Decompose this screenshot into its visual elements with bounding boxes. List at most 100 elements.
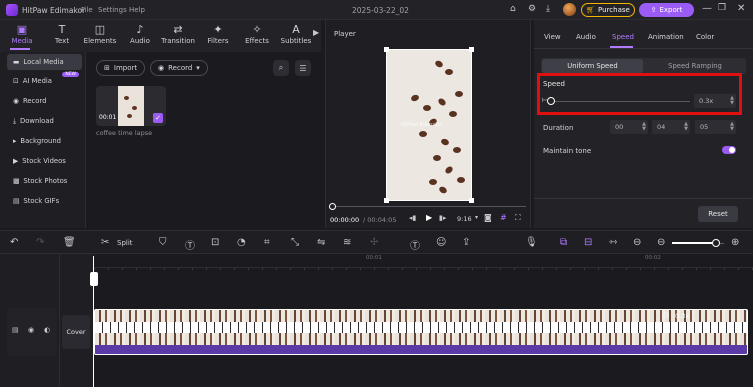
maintain-tone-toggle[interactable] xyxy=(722,146,736,154)
redo-icon[interactable]: ↷ xyxy=(36,237,44,248)
gift-icon[interactable]: ⌂ xyxy=(510,4,516,14)
stepper-icon[interactable]: ▲ ▼ xyxy=(730,122,734,132)
tab-transition[interactable]: ⇄ Transition xyxy=(158,23,198,45)
duration-seconds-field[interactable]: 05 ▲ ▼ xyxy=(695,120,736,134)
tab-animation[interactable]: Animation xyxy=(648,33,684,41)
mirror-icon[interactable]: ⇋ xyxy=(317,237,325,248)
sidebar-item-download[interactable]: ⤓ Download xyxy=(7,113,82,129)
purchase-button[interactable]: 🛒︎ Purchase xyxy=(581,3,635,17)
stepper-icon[interactable]: ▲ ▼ xyxy=(730,96,734,106)
check-icon[interactable]: ✓ xyxy=(153,113,163,123)
tab-color[interactable]: Color xyxy=(696,33,714,41)
minimize-icon[interactable]: — xyxy=(702,3,712,14)
caption-icon[interactable]: ⊡ xyxy=(211,237,219,248)
playhead-marker[interactable] xyxy=(90,272,98,286)
undo-icon[interactable]: ↶ xyxy=(10,237,18,248)
title-icon[interactable]: Ⓣ xyxy=(410,237,420,252)
transform-icon[interactable]: ⤡ xyxy=(291,237,299,248)
next-frame-icon[interactable]: ▮▸ xyxy=(439,214,446,222)
aspect-ratio-dropdown[interactable]: 9:16 xyxy=(457,215,472,223)
tab-speed[interactable]: Speed xyxy=(612,33,634,41)
stepper-icon[interactable]: ▲ ▼ xyxy=(684,122,688,132)
mask-icon[interactable]: ⛉ xyxy=(159,237,167,248)
ai-avatar-icon[interactable]: ☺ xyxy=(436,237,446,248)
sidebar-item-background[interactable]: ▸ Background xyxy=(7,133,82,149)
speed-slider-knob[interactable] xyxy=(546,97,555,105)
video-clip[interactable]: ◷ 0.3x xyxy=(94,309,748,355)
track-lock-icon[interactable]: ▤ xyxy=(12,326,19,334)
stepper-icon[interactable]: ▲ ▼ xyxy=(642,122,646,132)
fit-icon[interactable]: ⇿ xyxy=(609,237,617,248)
record-dropdown[interactable]: ◉ Record ▾ xyxy=(150,60,208,76)
preview-icon[interactable]: ⊖ xyxy=(633,237,641,248)
duration-minutes-field[interactable]: 04 ▲ ▼ xyxy=(652,120,690,134)
grid-icon[interactable]: # xyxy=(500,213,507,222)
previous-frame-icon[interactable]: ◂▮ xyxy=(409,214,416,222)
tab-text[interactable]: T Text xyxy=(42,23,82,45)
track-mute-icon[interactable]: ◐ xyxy=(44,326,50,334)
sort-button[interactable]: ☰ xyxy=(295,60,311,76)
sidebar-item-ai-media[interactable]: ⊡ AI Media NEW xyxy=(7,72,82,89)
resize-handle[interactable] xyxy=(384,47,389,52)
tab-media[interactable]: ▣ Media xyxy=(2,23,42,45)
snapshot-icon[interactable]: ◙ xyxy=(484,213,492,222)
delete-icon[interactable]: 🗑︎ xyxy=(63,237,76,248)
resize-handle[interactable] xyxy=(469,47,474,52)
video-preview[interactable]: HitPaw Edimakor xyxy=(384,47,474,203)
avatar[interactable] xyxy=(563,3,576,16)
search-button[interactable]: ⌕ xyxy=(273,60,289,76)
split-icon[interactable]: ✂ xyxy=(101,237,109,248)
close-icon[interactable]: ✕ xyxy=(737,3,745,14)
export-clip-icon[interactable]: ⇪ xyxy=(462,237,470,248)
split-label[interactable]: Split xyxy=(117,239,133,247)
speed-icon[interactable]: ◔ xyxy=(237,237,246,248)
zoom-slider-knob[interactable] xyxy=(712,239,721,247)
zoom-in-icon[interactable]: ⊕ xyxy=(731,237,739,248)
maximize-icon[interactable]: ❐ xyxy=(718,3,726,13)
sidebar-item-local-media[interactable]: ▬ Local Media xyxy=(7,54,82,70)
play-icon[interactable]: ▶ xyxy=(426,213,432,222)
settings-icon[interactable]: ⚙ xyxy=(528,4,536,14)
track-visibility-icon[interactable]: ◉ xyxy=(28,326,34,334)
tab-view[interactable]: View xyxy=(544,33,561,41)
download-icon[interactable]: ⤓ xyxy=(546,4,550,14)
tab-subtitles[interactable]: A Subtitles xyxy=(276,23,316,45)
menu-file[interactable]: File xyxy=(81,6,93,14)
tab-effects[interactable]: ✧ Effects xyxy=(237,23,277,45)
reset-button[interactable]: Reset xyxy=(698,206,738,222)
uniform-speed-tab[interactable]: Uniform Speed xyxy=(542,59,643,73)
import-button[interactable]: ⊞ Import xyxy=(96,60,146,76)
link-icon[interactable]: ⧉ xyxy=(560,237,567,248)
resize-handle[interactable] xyxy=(384,198,389,203)
more-tabs-icon[interactable]: ▶ xyxy=(313,28,319,37)
tab-elements[interactable]: ◫ Elements xyxy=(80,23,120,45)
crop-icon[interactable]: ⌗ xyxy=(264,237,270,248)
duration-hours-field[interactable]: 00 ▲ ▼ xyxy=(610,120,648,134)
menu-help[interactable]: Help xyxy=(129,6,145,14)
zoom-out-icon[interactable]: ⊖ xyxy=(657,237,665,248)
playback-progress[interactable] xyxy=(332,206,526,207)
speed-ramping-tab[interactable]: Speed Ramping xyxy=(645,59,745,73)
tab-filters[interactable]: ✦ Filters xyxy=(198,23,238,45)
time-ruler[interactable]: 00:01 00:02 xyxy=(94,254,753,268)
resize-handle[interactable] xyxy=(469,198,474,203)
fullscreen-icon[interactable]: ⛶ xyxy=(515,213,521,223)
cover-button[interactable]: Cover xyxy=(62,315,90,349)
sidebar-item-stock-videos[interactable]: ▶ Stock Videos xyxy=(7,153,82,169)
tab-audio[interactable]: ♪ Audio xyxy=(120,23,160,45)
freeze-icon[interactable]: ✢ xyxy=(370,237,378,248)
adjust-icon[interactable]: ≋ xyxy=(343,237,351,248)
microphone-icon[interactable]: 🎙︎ xyxy=(525,237,538,248)
snap-icon[interactable]: ⊟ xyxy=(584,237,592,248)
sidebar-item-stock-gifs[interactable]: ▤ Stock GIFs xyxy=(7,193,82,209)
playhead-handle[interactable] xyxy=(329,203,336,210)
menu-settings[interactable]: Settings xyxy=(98,6,127,14)
sidebar-item-stock-photos[interactable]: ▩ Stock Photos xyxy=(7,173,82,189)
speed-value-field[interactable]: 0.3x ▲ ▼ xyxy=(694,94,736,108)
sidebar-item-record[interactable]: ◉ Record xyxy=(7,93,82,109)
media-thumbnail[interactable]: 00:01 ✓ xyxy=(96,86,166,126)
tab-audio[interactable]: Audio xyxy=(576,33,596,41)
speed-slider[interactable] xyxy=(548,101,690,102)
text-tool-icon[interactable]: Ⓣ xyxy=(185,237,195,252)
export-button[interactable]: ⇪ Export xyxy=(639,3,694,17)
